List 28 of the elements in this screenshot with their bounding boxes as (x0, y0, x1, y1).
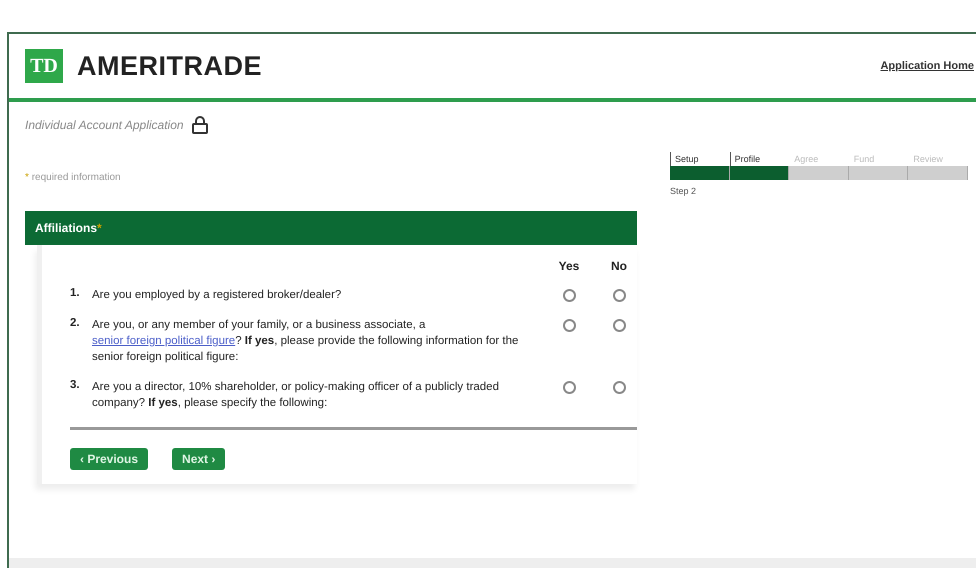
radio-button[interactable] (612, 319, 626, 332)
question-text: Are you a director, 10% shareholder, or policy-making officer of a publicly traded company? If yes, please specify the following: (92, 380, 500, 411)
definition-link[interactable]: senior foreign political figure (92, 335, 236, 347)
question-number: 2. (70, 317, 81, 329)
previous-button[interactable]: ‹ Previous (70, 448, 148, 470)
radio-button[interactable] (562, 289, 576, 302)
radio-button[interactable] (562, 381, 576, 394)
radio-button[interactable] (562, 319, 576, 332)
step-label: Review (912, 153, 944, 166)
question-text: Are you employed by a registered broker/dealer? (92, 288, 342, 303)
question-number: 1. (70, 287, 81, 299)
radio-button[interactable] (612, 289, 626, 302)
logo-mark: TD (25, 49, 63, 83)
question-number: 3. (70, 379, 81, 391)
step-caption: Step 2 (670, 186, 698, 196)
section-header: Affiliations* (25, 211, 637, 245)
question-text: Are you, or any member of your family, or a business associate, a senior foreign political figure? If yes, please provide the following information for the senior foreign political figure: (92, 318, 520, 365)
application-home-link[interactable]: Application Home (880, 60, 974, 72)
page-title: Individual Account Application (25, 118, 184, 132)
padlock-icon (192, 116, 208, 134)
step-label: Agree (793, 153, 820, 166)
radio-button[interactable] (612, 381, 626, 394)
column-header: Yes (558, 259, 580, 273)
required-note: * required information (25, 172, 122, 183)
logo-text: AMERITRADE (77, 50, 262, 82)
column-header: No (610, 259, 628, 273)
step-label: Fund (852, 153, 876, 166)
next-button[interactable]: Next › (172, 448, 226, 470)
